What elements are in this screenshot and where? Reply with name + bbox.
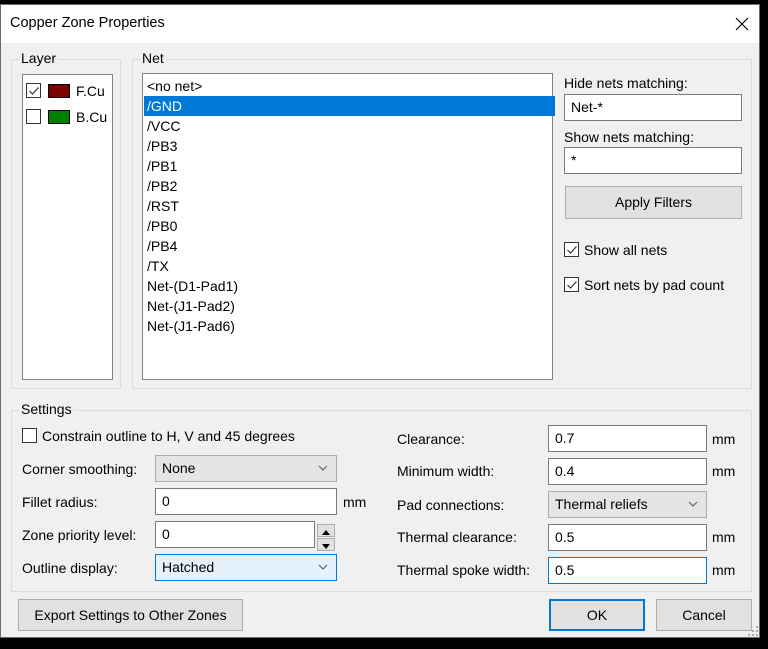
net-list[interactable]: <no net> /GND /VCC /PB3 /PB1 /PB2 /RST /… [142,73,555,380]
min-width-label: Minimum width: [397,463,495,479]
thermal-clearance-input[interactable]: 0.5 [548,524,707,551]
layer-list[interactable]: F.Cu B.Cu [22,74,113,380]
title-bar: Copper Zone Properties [1,5,759,43]
pad-connections-select[interactable]: Thermal reliefs [548,491,707,518]
layer-checkbox-bcu[interactable] [26,109,41,124]
clearance-unit: mm [712,431,736,447]
layer-item-fcu[interactable]: F.Cu [26,81,110,101]
net-list-item[interactable]: /RST [144,196,555,216]
apply-filters-button[interactable]: Apply Filters [565,186,742,219]
sort-nets-checkbox[interactable] [564,277,579,292]
net-list-item[interactable]: /TX [144,256,555,276]
outline-display-label: Outline display: [22,560,118,576]
net-list-item[interactable]: /PB0 [144,216,555,236]
corner-smoothing-value: None [162,460,196,476]
thermal-spoke-unit: mm [712,562,736,578]
constrain-outline-checkbox[interactable] [22,428,37,443]
net-group-label: Net [140,50,166,66]
fillet-radius-input[interactable]: 0 [155,488,337,515]
net-list-item[interactable]: <no net> [144,76,555,96]
show-nets-input[interactable]: * [564,147,742,174]
show-nets-label: Show nets matching: [564,129,694,145]
net-list-item-selected[interactable]: /GND [144,96,555,116]
min-width-input[interactable]: 0.4 [548,458,707,485]
net-list-item[interactable]: Net-(D1-Pad1) [144,276,555,296]
net-list-item[interactable]: /PB3 [144,136,555,156]
layer-color-swatch [48,110,70,124]
thermal-spoke-label: Thermal spoke width: [397,562,531,578]
cancel-button[interactable]: Cancel [656,599,752,631]
zone-priority-label: Zone priority level: [22,527,137,543]
outline-display-value: Hatched [162,559,215,575]
net-list-item[interactable]: /PB2 [144,176,555,196]
net-list-item[interactable]: Net-(J1-Pad2) [144,296,555,316]
outline-display-select[interactable]: Hatched [155,554,337,581]
checkmark-icon [29,87,39,95]
settings-group-label: Settings [19,401,74,417]
min-width-unit: mm [712,463,736,479]
show-all-nets-checkbox[interactable] [564,242,579,257]
layer-color-swatch [48,84,70,98]
dialog-title: Copper Zone Properties [10,15,165,31]
thermal-clearance-unit: mm [712,529,736,545]
fillet-radius-label: Fillet radius: [22,494,98,510]
priority-spin-down[interactable] [317,538,335,551]
checkmark-icon [567,246,577,254]
constrain-outline-label[interactable]: Constrain outline to H, V and 45 degrees [42,428,295,444]
sort-nets-label[interactable]: Sort nets by pad count [584,277,724,293]
thermal-spoke-input[interactable]: 0.5 [548,557,707,584]
hide-nets-label: Hide nets matching: [564,75,688,91]
show-all-nets-label[interactable]: Show all nets [584,242,667,258]
resize-grip-icon[interactable] [747,625,759,637]
net-list-item[interactable]: /PB4 [144,236,555,256]
copper-zone-dialog: Copper Zone Properties Layer F.Cu B.Cu N… [0,4,760,638]
corner-smoothing-select[interactable]: None [155,455,337,482]
checkmark-icon [567,281,577,289]
pad-connections-value: Thermal reliefs [555,496,648,512]
zone-priority-input[interactable]: 0 [155,521,315,548]
layer-checkbox-fcu[interactable] [26,83,41,98]
net-list-item[interactable]: /PB1 [144,156,555,176]
export-settings-button[interactable]: Export Settings to Other Zones [18,599,243,631]
close-icon [735,17,749,31]
thermal-clearance-label: Thermal clearance: [397,529,517,545]
clearance-label: Clearance: [397,431,465,447]
corner-smoothing-label: Corner smoothing: [22,461,138,477]
ok-button[interactable]: OK [549,599,645,631]
priority-spin-up[interactable] [317,524,335,537]
fillet-radius-unit: mm [343,494,367,510]
close-button[interactable] [729,11,755,37]
clearance-input[interactable]: 0.7 [548,425,707,452]
pad-connections-label: Pad connections: [397,497,505,513]
layer-item-bcu[interactable]: B.Cu [26,107,110,127]
net-list-item[interactable]: Net-(J1-Pad6) [144,316,555,336]
layer-group-label: Layer [19,50,59,66]
chevron-down-icon [688,501,698,507]
arrow-up-icon [322,530,330,535]
hide-nets-input[interactable]: Net-* [564,94,742,121]
layer-name: B.Cu [76,109,108,125]
net-list-item[interactable]: /VCC [144,116,555,136]
chevron-down-icon [318,465,328,471]
chevron-down-icon [318,564,328,570]
layer-name: F.Cu [76,83,105,99]
arrow-down-icon [322,544,330,549]
